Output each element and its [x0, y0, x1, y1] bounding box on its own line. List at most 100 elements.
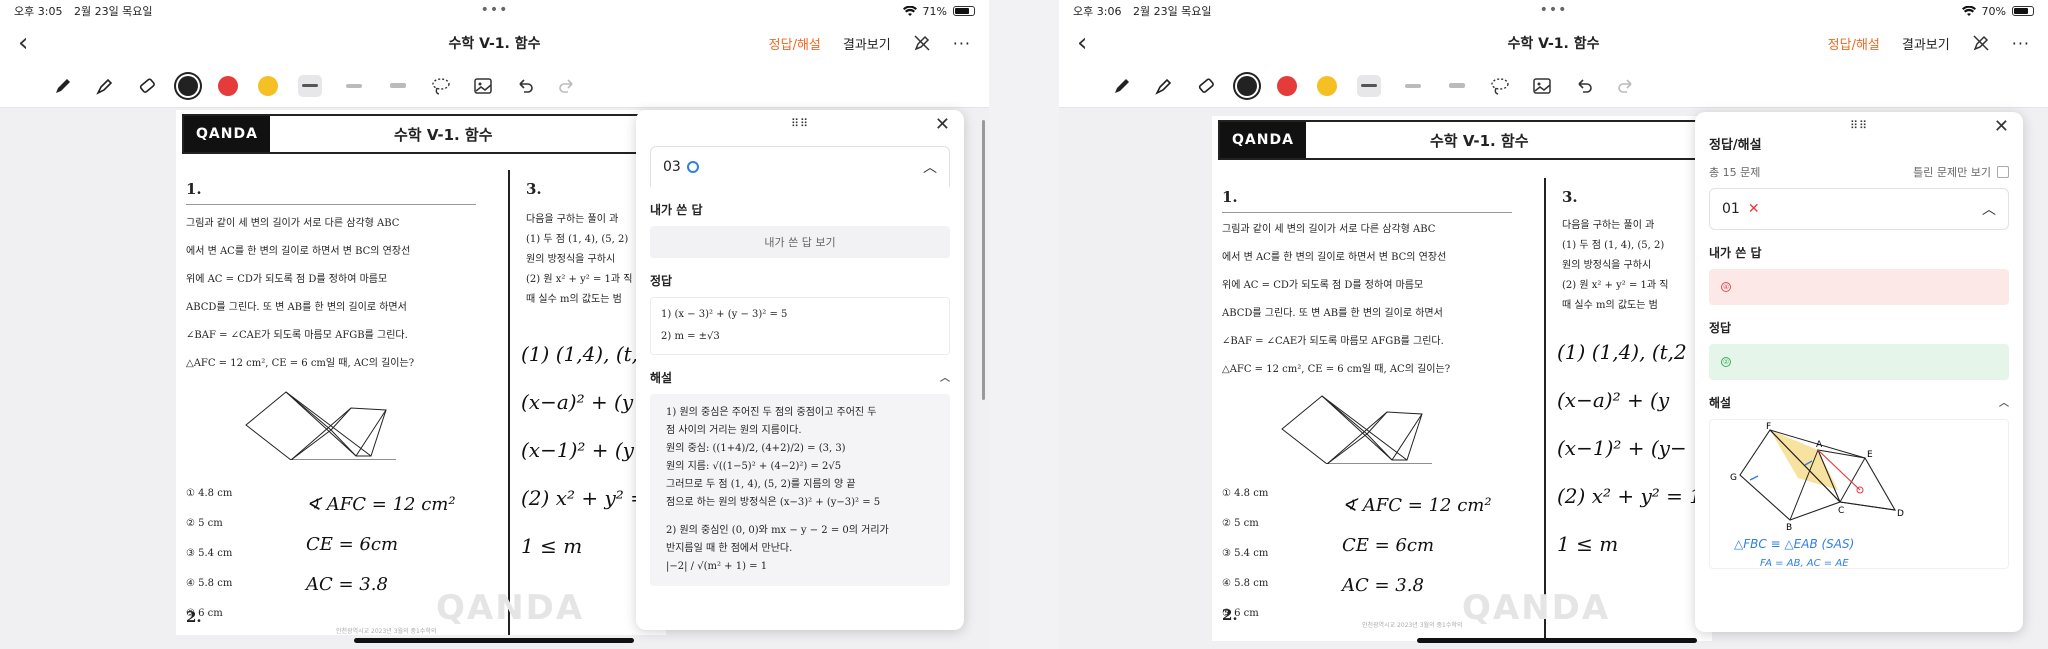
nav-bar: ‹ 수학 V-1. 함수 정답/해설 결과보기 ··· [0, 22, 989, 64]
choice-1[interactable]: ① 4.8 cm [1222, 488, 1268, 518]
chevron-up-icon[interactable]: ︿ [1999, 394, 2009, 411]
question-card-header[interactable]: 03 ︿ [651, 147, 949, 187]
question-3-number: 3. [1562, 188, 1578, 206]
status-time: 오후 3:05 [14, 5, 63, 18]
rhombus-figure [245, 391, 396, 460]
qanda-watermark: QANDA [436, 588, 585, 628]
multitask-dots-icon[interactable]: ••• [481, 2, 509, 18]
answer-box: 1) (x − 3)² + (y − 3)² = 5 2) m = ±√3 [650, 297, 950, 355]
nav-bar: ‹ 수학 V-1. 함수 정답/해설 결과보기 ··· [1059, 22, 2048, 64]
view-my-answer-button[interactable]: 내가 쓴 답 보기 [650, 226, 950, 258]
question-2-number: 2. [1222, 606, 1238, 624]
answer-explanation-tab[interactable]: 정답/해설 [769, 34, 821, 53]
undo-icon[interactable] [514, 75, 536, 97]
handwriting-q1: ∢ AFC = 12 cm² CE = 6cm AC = 3.8 [306, 494, 456, 595]
wrong-only-checkbox[interactable] [1997, 166, 2009, 178]
lasso-icon[interactable] [1489, 75, 1511, 97]
answer-panel: ⠿⠿ ✕ 정답/해설 총 15 문제 틀린 문제만 보기 01 ✕ ︿ 내가 쓴… [1695, 112, 2023, 632]
explanation-image: F A E G B C D △FBC ≡ △EAB (SAS) FA = AB,… [1709, 419, 2009, 569]
chevron-up-icon[interactable]: ︿ [1982, 199, 1996, 219]
battery-percent: 71% [922, 4, 947, 18]
worksheet-title: 수학 V-1. 함수 [394, 125, 493, 144]
choice-1[interactable]: ① 4.8 cm [186, 488, 232, 518]
status-bar: 오후 3:06 2월 23일 목요일 ••• 70% [1059, 0, 2048, 22]
choice-4[interactable]: ④ 5.8 cm [1222, 578, 1268, 608]
battery-icon [953, 6, 975, 16]
right-screen: 오후 3:06 2월 23일 목요일 ••• 70% ‹ 수학 V-1. 함수 … [1059, 0, 2048, 649]
question-2-number: 2. [186, 608, 202, 626]
pen-off-icon[interactable] [913, 34, 931, 52]
close-icon[interactable]: ✕ [1994, 116, 2009, 137]
stroke-thin-option[interactable] [1445, 75, 1469, 97]
page-footnote: 인천광역시교 2023년 3월의 중1수학의 [336, 628, 437, 635]
stroke-thick-option[interactable] [1357, 74, 1381, 97]
redo-icon[interactable] [556, 75, 578, 97]
chevron-up-icon[interactable]: ︿ [923, 157, 937, 177]
more-icon[interactable]: ··· [2012, 34, 2030, 53]
redo-icon[interactable] [1615, 75, 1637, 97]
left-screen: 오후 3:05 2월 23일 목요일 ••• 71% ‹ 수학 V-1. 함수 … [0, 0, 989, 649]
wifi-icon [1961, 5, 1976, 16]
stroke-medium-option[interactable] [342, 75, 366, 97]
drawing-toolbar [0, 64, 989, 108]
stroke-thick-option[interactable] [298, 74, 322, 97]
pen-icon[interactable] [1111, 75, 1133, 97]
page-scrollbar[interactable] [982, 120, 985, 400]
pen-icon[interactable] [52, 75, 74, 97]
choice-4[interactable]: ④ 5.8 cm [186, 578, 232, 608]
choice-2[interactable]: ② 5 cm [1222, 518, 1268, 548]
answer-panel: ⠿⠿ ✕ 03 ︿ 내가 쓴 답 내가 쓴 답 보기 정답 1) (x − 3)… [636, 110, 964, 630]
drag-handle-icon[interactable]: ⠿⠿ [1850, 119, 1868, 132]
answer-explanation-tab[interactable]: 정답/해설 [1828, 34, 1880, 53]
lasso-icon[interactable] [430, 75, 452, 97]
pen-off-icon[interactable] [1972, 34, 1990, 52]
question-1-text: 그림과 같이 세 변의 길이가 서로 다른 삼각형 ABC 에서 변 AC를 한… [1222, 224, 1451, 375]
back-icon[interactable]: ‹ [1077, 28, 1107, 58]
worksheet-page: QANDA 수학 V-1. 함수 1. 그림과 같이 세 변의 길이가 서로 다… [176, 110, 666, 635]
eraser-icon[interactable] [136, 75, 158, 97]
image-icon[interactable] [472, 75, 494, 97]
fig-label-a: A [1816, 440, 1823, 450]
fig-note-equal-sides: FA = AB, AC = AE [1760, 558, 1849, 569]
fig-label-f: F [1766, 422, 1771, 432]
more-icon[interactable]: ··· [953, 34, 971, 53]
highlighter-icon[interactable] [94, 75, 116, 97]
highlighter-icon[interactable] [1153, 75, 1175, 97]
close-icon[interactable]: ✕ [935, 114, 950, 135]
choice-2[interactable]: ② 5 cm [186, 518, 232, 548]
question-1-number: 1. [186, 180, 202, 198]
explanation-header: 해설 ︿ [1709, 394, 2009, 411]
page-footnote: 인천광역시교 2023년 3월의 중1수학의 [1362, 622, 1463, 629]
image-icon[interactable] [1531, 75, 1553, 97]
multitask-dots-icon[interactable]: ••• [1540, 2, 1568, 18]
view-results-tab[interactable]: 결과보기 [1902, 34, 1950, 53]
rhombus-figure [1281, 395, 1432, 464]
color-red-swatch[interactable] [1277, 75, 1297, 96]
color-black-swatch[interactable] [1237, 75, 1257, 96]
drag-handle-icon[interactable]: ⠿⠿ [791, 117, 809, 130]
undo-icon[interactable] [1573, 75, 1595, 97]
question-card-header[interactable]: 01 ✕ ︿ [1710, 189, 2008, 229]
stroke-thin-option[interactable] [386, 75, 410, 97]
home-indicator[interactable] [354, 638, 634, 643]
eraser-icon[interactable] [1195, 75, 1217, 97]
choice-3[interactable]: ③ 5.4 cm [1222, 548, 1268, 578]
wrong-only-label: 틀린 문제만 보기 [1913, 166, 1991, 179]
answer-value: ② [1721, 357, 1731, 367]
fig-label-b: B [1786, 523, 1792, 533]
choice-3[interactable]: ③ 5.4 cm [186, 548, 232, 578]
fig-note-congruence: △FBC ≡ △EAB (SAS) [1734, 537, 1854, 551]
home-indicator[interactable] [1417, 638, 1697, 643]
status-date: 2월 23일 목요일 [73, 5, 153, 18]
color-red-swatch[interactable] [218, 75, 238, 96]
view-results-tab[interactable]: 결과보기 [843, 34, 891, 53]
color-yellow-swatch[interactable] [258, 75, 278, 96]
question-3-number: 3. [526, 180, 542, 198]
worksheet-page: QANDA 수학 V-1. 함수 1. 그림과 같이 세 변의 길이가 서로 다… [1212, 116, 1712, 641]
color-yellow-swatch[interactable] [1317, 75, 1337, 96]
drawing-toolbar [1059, 64, 2048, 108]
chevron-up-icon[interactable]: ︿ [940, 369, 950, 386]
stroke-medium-option[interactable] [1401, 75, 1425, 97]
color-black-swatch[interactable] [178, 75, 198, 96]
back-icon[interactable]: ‹ [18, 28, 48, 58]
